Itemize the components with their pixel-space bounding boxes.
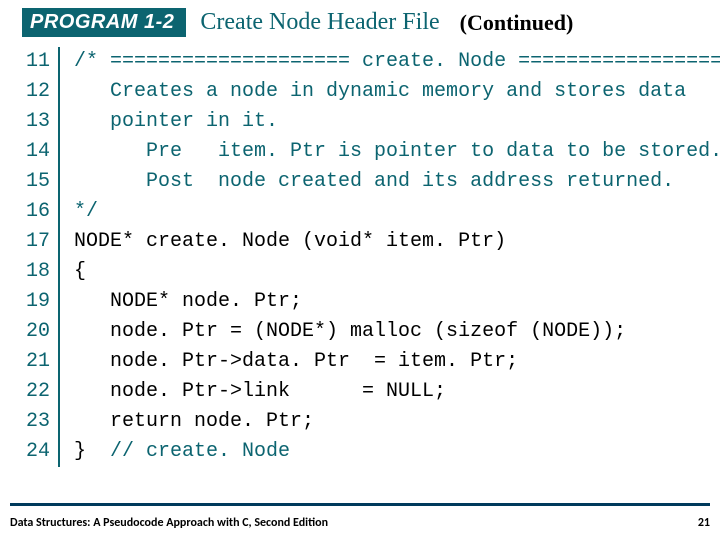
line-number: 20 [22, 317, 50, 347]
line-number: 22 [22, 377, 50, 407]
code-line: node. Ptr->data. Ptr = item. Ptr; [74, 347, 720, 377]
program-label: PROGRAM 1-2 [22, 8, 186, 37]
footer-rule [10, 503, 710, 506]
code-line: node. Ptr = (NODE*) malloc (sizeof (NODE… [74, 317, 720, 347]
code-line: NODE* create. Node (void* item. Ptr) [74, 227, 720, 257]
line-number: 14 [22, 137, 50, 167]
code-line: pointer in it. [74, 107, 720, 137]
line-number: 18 [22, 257, 50, 287]
code-line: { [74, 257, 720, 287]
continued-label: (Continued) [460, 10, 574, 36]
code-line: NODE* node. Ptr; [74, 287, 720, 317]
line-number: 23 [22, 407, 50, 437]
code-line: node. Ptr->link = NULL; [74, 377, 720, 407]
code-listing: 1112131415161718192021222324 /* ========… [0, 47, 720, 467]
program-title: Create Node Header File [200, 9, 439, 36]
code-line: /* ==================== create. Node ===… [74, 47, 720, 77]
code-line: Pre item. Ptr is pointer to data to be s… [74, 137, 720, 167]
code-line: } // create. Node [74, 437, 720, 467]
book-title: Data Structures: A Pseudocode Approach w… [10, 516, 328, 530]
line-number-gutter: 1112131415161718192021222324 [22, 47, 60, 467]
line-number: 16 [22, 197, 50, 227]
line-number: 11 [22, 47, 50, 77]
line-number: 12 [22, 77, 50, 107]
code-line: Post node created and its address return… [74, 167, 720, 197]
line-number: 13 [22, 107, 50, 137]
code-line: return node. Ptr; [74, 407, 720, 437]
line-number: 15 [22, 167, 50, 197]
code-body: /* ==================== create. Node ===… [60, 47, 720, 467]
page-footer: Data Structures: A Pseudocode Approach w… [10, 516, 710, 530]
page-number: 21 [698, 516, 710, 530]
line-number: 19 [22, 287, 50, 317]
line-number: 17 [22, 227, 50, 257]
program-header: PROGRAM 1-2 Create Node Header File (Con… [0, 0, 720, 41]
code-line: */ [74, 197, 720, 227]
line-number: 21 [22, 347, 50, 377]
code-line: Creates a node in dynamic memory and sto… [74, 77, 720, 107]
line-number: 24 [22, 437, 50, 467]
